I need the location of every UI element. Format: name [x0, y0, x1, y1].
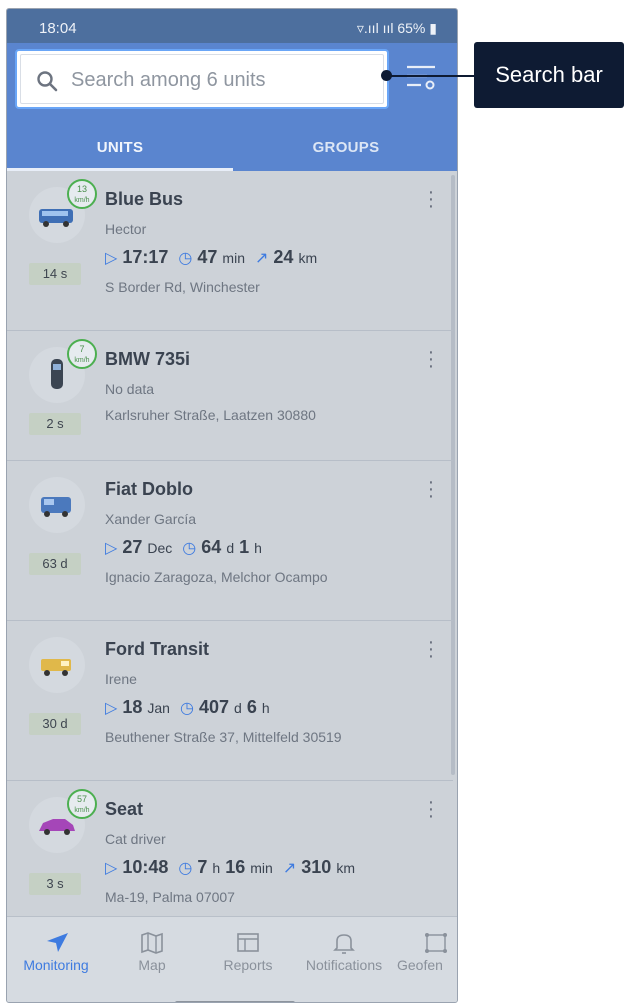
unit-tabs: UNITS GROUPS [7, 127, 457, 171]
last-update-badge: 14 s [29, 263, 81, 285]
driver-name: No data [105, 381, 155, 397]
nav-map[interactable]: Map [107, 927, 197, 973]
trip-stats: ▷ 10:48 ◷ 7 h 16 min ↗ 310 km [105, 857, 355, 877]
signal-icon: ▿.ııl ııl [356, 20, 394, 36]
list-item[interactable]: 57 km/h 3 s Seat Cat driver ▷ 10:48 ◷ 7 h… [7, 781, 453, 916]
speed-indicator: 7 km/h [67, 339, 97, 369]
tab-groups[interactable]: GROUPS [233, 127, 457, 171]
phone-screen: 18:04 ▿.ııl ııl 65% ▮ Search among 6 uni… [6, 8, 458, 1003]
list-item[interactable]: 13 km/h 14 s Blue Bus Hector ▷ 17:17 ◷ 47… [7, 171, 453, 331]
unit-name: BMW 735i [105, 349, 191, 369]
unit-address: S Border Rd, Winchester [105, 279, 260, 295]
last-update-badge: 2 s [29, 413, 81, 435]
unit-address: Karlsruher Straße, Laatzen 30880 [105, 407, 316, 423]
callout-pointer-dot [381, 70, 392, 81]
reports-icon [237, 933, 259, 952]
callout-connector [386, 75, 474, 77]
more-vertical-icon[interactable]: · · · [425, 182, 437, 216]
search-input[interactable]: Search among 6 units [71, 69, 266, 92]
last-update-badge: 30 d [29, 713, 81, 735]
trip-stats: ▷ 17:17 ◷ 47 min ↗ 24 km [105, 247, 318, 267]
navigation-arrow-icon [47, 933, 68, 952]
nav-notifications[interactable]: Notifications [299, 927, 389, 973]
tab-units[interactable]: UNITS [7, 127, 233, 171]
map-icon [141, 932, 163, 954]
unit-name: Blue Bus [105, 189, 184, 209]
list-item[interactable]: 7 km/h 2 s BMW 735i No data Karlsruher St… [7, 331, 453, 461]
mileage-icon: ↗ [282, 860, 297, 877]
more-vertical-icon[interactable]: · · · [425, 632, 437, 666]
unit-address: Ignacio Zaragoza, Melchor Ocampo [105, 569, 328, 585]
more-vertical-icon[interactable]: · · · [425, 342, 437, 376]
search-bar-callout: Search bar [474, 42, 624, 108]
mileage-icon: ↗ [255, 250, 269, 267]
nav-reports[interactable]: Reports [203, 927, 293, 973]
clock-icon: ◷ [182, 540, 197, 557]
app-header: Search among 6 units UNITS GROUPS [7, 43, 457, 171]
unit-address: Beuthener Straße 37, Mittelfeld 30519 [105, 729, 342, 745]
bell-icon [333, 934, 355, 954]
speed-indicator: 57 km/h [67, 789, 97, 819]
unit-list[interactable]: 13 km/h 14 s Blue Bus Hector ▷ 17:17 ◷ 47… [7, 171, 457, 916]
more-vertical-icon[interactable]: · · · [425, 472, 437, 506]
battery-icon: ▮ [429, 20, 437, 36]
status-indicators: ▿.ııl ııl 65% ▮ [357, 20, 437, 37]
clock-icon: ◷ [178, 860, 193, 877]
play-circle-icon: ▷ [105, 700, 118, 717]
trip-stats: ▷ 27 Dec ◷ 64 d 1 h [105, 537, 262, 557]
trip-stats: ▷ 18 Jan ◷ 407 d 6 h [105, 697, 270, 717]
last-update-badge: 63 d [29, 553, 81, 575]
play-circle-icon: ▷ [105, 250, 118, 267]
truck-icon [41, 659, 71, 676]
play-circle-icon: ▷ [105, 540, 118, 557]
search-icon [37, 71, 58, 92]
driver-name: Hector [105, 221, 147, 237]
unit-address: Ma-19, Palma 07007 [105, 889, 235, 905]
nav-monitoring[interactable]: Monitoring [11, 927, 101, 973]
clock-icon: ◷ [179, 700, 194, 717]
nav-geofences[interactable]: Geofen [387, 927, 457, 973]
unit-name: Fiat Doblo [105, 479, 193, 499]
last-update-badge: 3 s [29, 873, 81, 895]
battery-level: 65% [397, 20, 426, 36]
unit-name: Seat [105, 799, 144, 819]
driver-name: Irene [105, 671, 137, 687]
status-bar: 18:04 ▿.ııl ııl 65% ▮ [7, 9, 457, 43]
play-circle-icon: ▷ [105, 860, 118, 877]
unit-name: Ford Transit [105, 639, 210, 659]
driver-name: Xander García [105, 511, 197, 527]
status-time: 18:04 [39, 20, 77, 37]
unit-avatar [29, 637, 85, 693]
speed-indicator: 13 km/h [67, 179, 97, 209]
search-bar[interactable]: Search among 6 units [15, 49, 389, 109]
geofence-icon [425, 933, 447, 953]
clock-icon: ◷ [178, 250, 193, 267]
driver-name: Cat driver [105, 831, 166, 847]
van-icon [41, 497, 71, 517]
list-item[interactable]: 30 d Ford Transit Irene ▷ 18 Jan ◷ 407 d… [7, 621, 453, 781]
bottom-navigation: Monitoring Map Reports Notifications Geo… [7, 916, 457, 1002]
list-item[interactable]: 63 d Fiat Doblo Xander García ▷ 27 Dec ◷… [7, 461, 453, 621]
unit-avatar [29, 477, 85, 533]
more-vertical-icon[interactable]: · · · [425, 792, 437, 826]
